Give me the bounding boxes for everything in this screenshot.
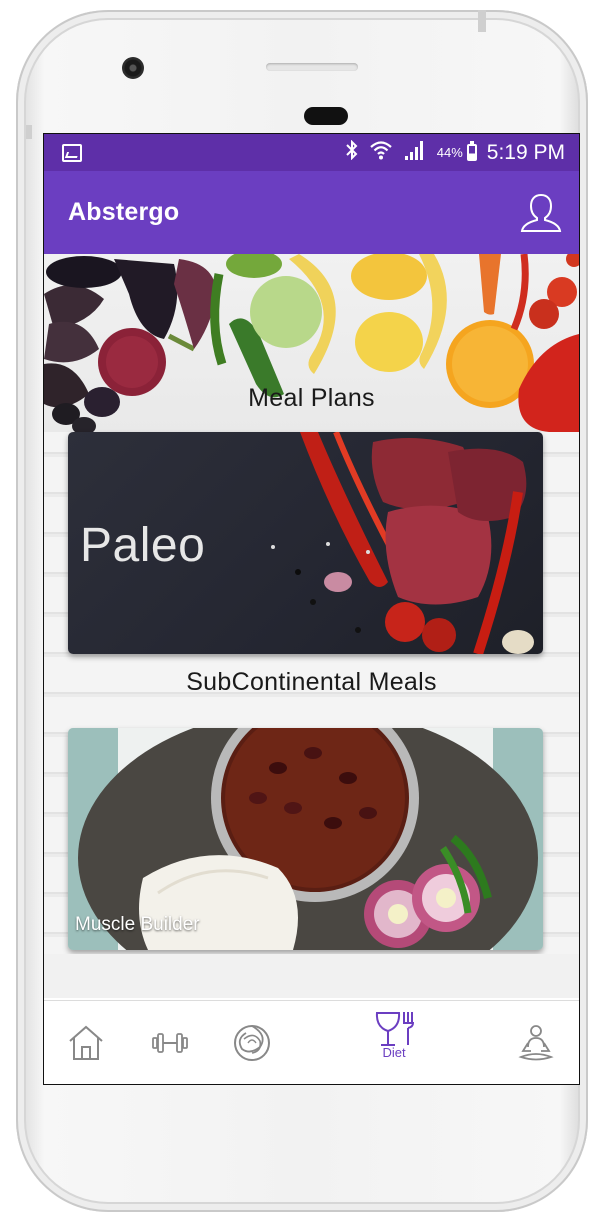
card-label-muscle-builder: Muscle Builder: [75, 914, 200, 935]
diet-content[interactable]: Meal Plans Paleo SubContinental Meals Mu…: [44, 254, 579, 998]
app-title: Abstergo: [68, 198, 180, 226]
section-title-subcontinental-meals: SubContinental Meals: [186, 668, 437, 696]
power-button: [478, 10, 486, 32]
vegetables-banner-image: Meal Plans: [44, 254, 579, 432]
battery-icon: [466, 141, 477, 161]
earpiece-speaker: [266, 63, 358, 71]
meditation-icon: [518, 1025, 554, 1061]
nav-meditation[interactable]: [514, 1021, 558, 1065]
front-camera: [122, 57, 144, 79]
bluetooth-icon: [345, 139, 359, 165]
meal-plan-card-muscle-builder[interactable]: Muscle Builder: [68, 728, 543, 950]
nav-diet[interactable]: Diet: [372, 1009, 416, 1060]
dumbbell-icon: [152, 1033, 188, 1053]
nav-workout[interactable]: [148, 1021, 192, 1065]
yin-yang-icon: [234, 1025, 270, 1061]
app-screen: 44% 5:19 PM Abstergo Meal Plans Paleo Su…: [43, 133, 580, 1085]
home-icon: [69, 1025, 103, 1060]
proximity-sensor: [304, 107, 348, 125]
bottom-navigation: Diet: [44, 1000, 579, 1084]
section-title-meal-plans: Meal Plans: [248, 384, 375, 412]
wifi-icon: [369, 139, 393, 167]
nav-mindfulness[interactable]: [230, 1021, 274, 1065]
background-strip: [44, 954, 579, 998]
status-time: 5:19 PM: [486, 140, 565, 164]
user-icon: [520, 193, 562, 232]
volume-button: [26, 125, 32, 139]
nav-diet-label: Diet: [382, 1045, 406, 1060]
diet-icon: [375, 1012, 415, 1046]
battery-percent: 44%: [436, 145, 463, 160]
card-label-paleo: Paleo: [80, 519, 206, 572]
meal-plan-card-paleo[interactable]: Paleo: [68, 432, 543, 654]
app-bar: Abstergo: [44, 171, 579, 254]
status-bar: 44% 5:19 PM: [44, 134, 579, 171]
profile-button[interactable]: [519, 191, 563, 235]
signal-icon: [403, 139, 427, 167]
gallery-notification-icon: [62, 143, 82, 162]
nav-home[interactable]: [64, 1021, 108, 1065]
